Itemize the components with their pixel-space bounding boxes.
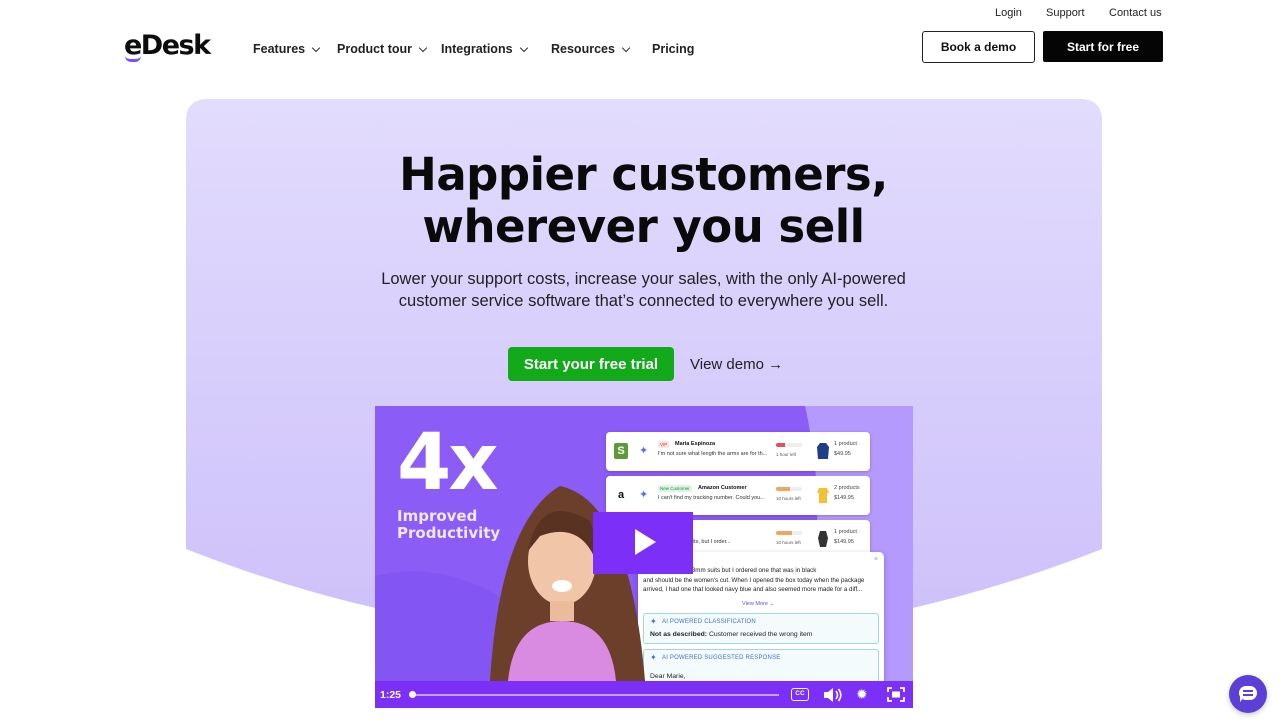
product-count: 1 product: [834, 529, 857, 535]
chat-widget-button[interactable]: [1229, 675, 1267, 713]
hero-title: Happier customers, wherever you sell: [300, 149, 987, 253]
nav-features-label: Features: [253, 42, 306, 56]
product-price: $149.95: [834, 495, 854, 501]
response-greeting: Dear Marie,: [650, 673, 686, 680]
hero-subtitle-line2: customer service software that’s connect…: [398, 292, 889, 310]
support-link[interactable]: Support: [1046, 7, 1085, 19]
sparkle-icon: ✦: [650, 617, 657, 626]
nav-pricing-label: Pricing: [652, 42, 695, 56]
product-price: $149.95: [834, 539, 854, 545]
start-free-trial-button[interactable]: Start your free trial: [508, 347, 674, 381]
video-progress-track[interactable]: [411, 694, 779, 696]
start-free-button[interactable]: Start for free: [1043, 31, 1163, 62]
ticket-body-line3: arrived, I had one that looked navy blue…: [643, 586, 863, 593]
fullscreen-icon[interactable]: [887, 687, 905, 702]
chevron-down-icon: [418, 43, 428, 52]
new-customer-badge: New Customer: [658, 485, 692, 492]
video-time: 1:25: [380, 689, 402, 701]
ai-classification-label: AI POWERED CLASSIFICATION: [662, 619, 756, 625]
volume-icon[interactable]: [823, 687, 843, 703]
login-link[interactable]: Login: [995, 7, 1022, 19]
ai-response-label: AI POWERED SUGGESTED RESPONSE: [662, 655, 781, 661]
play-icon: [635, 529, 656, 555]
close-icon[interactable]: ×: [874, 556, 878, 563]
nav-features[interactable]: Features: [253, 42, 321, 56]
jacket-icon: [817, 443, 829, 459]
video-scrubber[interactable]: [409, 691, 416, 698]
logo-swoosh: [125, 56, 141, 62]
nav-integrations[interactable]: Integrations: [441, 42, 528, 56]
book-demo-button[interactable]: Book a demo: [922, 31, 1035, 63]
shopify-icon: S: [614, 443, 628, 459]
hero-subtitle: Lower your support costs, increase your …: [340, 268, 947, 312]
tshirt-icon: [817, 488, 829, 503]
chat-bubble-tail: [1240, 697, 1247, 702]
demo-video[interactable]: 4x Improved Productivity S ✦ VIP Maria E…: [375, 406, 913, 708]
captions-button[interactable]: CC: [791, 688, 809, 701]
ticket-message: I'm not sure what length the arms are fo…: [658, 451, 768, 457]
ai-classification-value: Not as described: Customer received the …: [650, 631, 812, 638]
nav-product-tour-label: Product tour: [337, 42, 412, 56]
sparkle-icon: ✦: [650, 653, 657, 662]
chevron-down-icon: [311, 43, 321, 52]
video-controls: 1:25 CC ✹: [375, 681, 913, 708]
view-more-link[interactable]: View More ⌄: [742, 601, 774, 607]
sla-bar: [776, 443, 802, 447]
hero-title-line2: wherever you sell: [422, 200, 865, 253]
customer-name: Amazon Customer: [698, 485, 747, 491]
chevron-down-icon: [621, 43, 631, 52]
nav-integrations-label: Integrations: [441, 42, 513, 56]
time-left: 10 hours left: [776, 496, 801, 501]
ticket-card: S ✦ VIP Maria Espinoza I'm not sure what…: [606, 432, 870, 471]
ticket-message: I can't find my tracking number. Could y…: [658, 495, 765, 501]
sparkle-icon: ✦: [639, 445, 649, 457]
chevron-down-icon: [519, 43, 528, 52]
sla-bar: [776, 531, 802, 535]
play-button[interactable]: [593, 512, 693, 574]
product-count: 2 products: [834, 485, 860, 491]
hero-title-line1: Happier customers,: [399, 148, 888, 201]
ai-classification-box: ✦ AI POWERED CLASSIFICATION Not as descr…: [643, 613, 879, 644]
presenter-image: [490, 486, 645, 681]
time-left: 10 hours left: [776, 540, 801, 545]
nav-pricing[interactable]: Pricing: [652, 42, 694, 56]
product-price: $49.95: [834, 451, 851, 457]
product-count: 1 product: [834, 441, 857, 447]
hero-subtitle-line1: Lower your support costs, increase your …: [381, 270, 906, 288]
contact-link[interactable]: Contact us: [1109, 7, 1162, 19]
time-left: 1 hour left: [776, 452, 797, 457]
wetsuit-icon: [818, 531, 828, 547]
classification-key: Not as described:: [650, 631, 708, 638]
vip-badge: VIP: [658, 441, 670, 448]
nav-resources[interactable]: Resources: [551, 42, 631, 56]
classification-text: Customer received the wrong item: [708, 631, 813, 638]
nav-resources-label: Resources: [551, 42, 615, 56]
view-demo-link[interactable]: View demo →: [690, 356, 783, 373]
customer-name: Maria Espinoza: [675, 441, 716, 447]
sla-bar: [776, 487, 802, 491]
nav-product-tour[interactable]: Product tour: [337, 42, 428, 56]
ticket-body-line2: and should be the women's cut. When I op…: [643, 576, 865, 584]
settings-gear-icon[interactable]: ✹: [856, 686, 868, 702]
